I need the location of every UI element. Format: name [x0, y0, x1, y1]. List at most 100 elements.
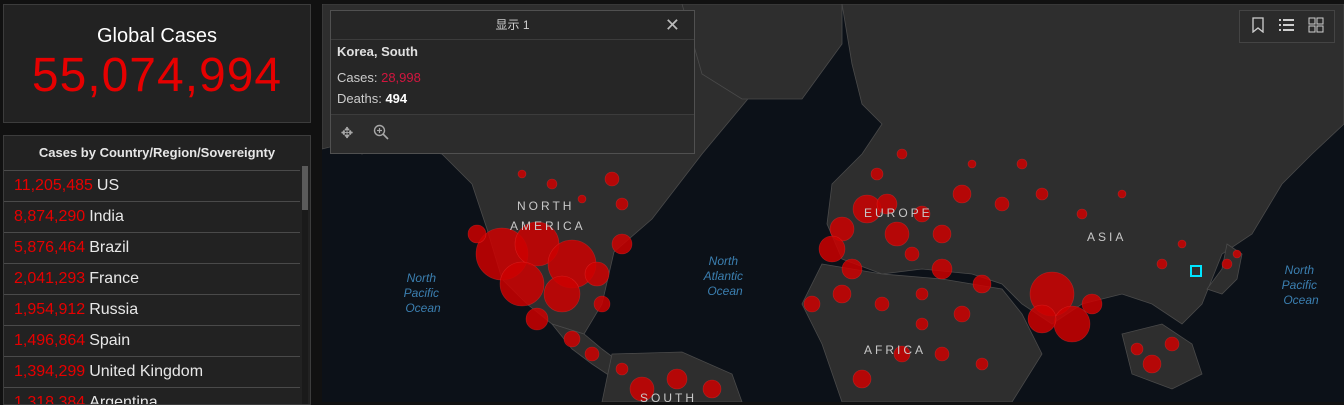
- case-marker: [841, 258, 863, 280]
- case-marker: [577, 194, 587, 204]
- case-marker: [593, 295, 611, 313]
- region-label-north-america-2: AMERICA: [510, 219, 586, 233]
- case-marker: [517, 169, 527, 179]
- case-marker: [1035, 187, 1049, 201]
- case-marker: [1164, 336, 1180, 352]
- list-item-name: India: [89, 208, 124, 225]
- list-item-name: Russia: [89, 301, 139, 318]
- region-label-europe: EUROPE: [864, 206, 933, 220]
- list-item[interactable]: 1,496,864 Spain: [4, 325, 300, 356]
- list-item-count: 1,954,912: [14, 301, 86, 318]
- case-marker: [994, 196, 1010, 212]
- list-item-name: Brazil: [89, 239, 130, 256]
- region-label-africa: AFRICA: [864, 343, 926, 357]
- case-marker: [1177, 239, 1187, 249]
- list-item-name: France: [89, 270, 139, 287]
- bookmark-icon[interactable]: [1248, 17, 1268, 37]
- legend-list-icon[interactable]: [1277, 17, 1297, 37]
- case-marker: [931, 258, 953, 280]
- case-marker: [1156, 258, 1168, 270]
- list-item-count: 2,041,293: [14, 270, 86, 287]
- case-marker: [1117, 189, 1127, 199]
- popup-body: Korea, South Cases: 28,998 Deaths: 494: [331, 40, 694, 110]
- case-marker: [852, 369, 872, 389]
- list-item[interactable]: 11,205,485 US: [4, 170, 300, 201]
- list-item-count: 5,876,464: [14, 239, 86, 256]
- case-marker: [932, 224, 952, 244]
- case-marker: [884, 221, 910, 247]
- case-marker: [915, 287, 929, 301]
- case-marker: [584, 261, 610, 287]
- cases-by-country-title: Cases by Country/Region/Sovereignty: [38, 145, 276, 160]
- case-marker: [975, 357, 989, 371]
- case-marker: [953, 305, 971, 323]
- basemap-gallery-icon[interactable]: [1306, 17, 1326, 37]
- case-marker: [546, 178, 558, 190]
- case-marker: [874, 296, 890, 312]
- case-marker: [499, 261, 545, 307]
- case-marker: [934, 346, 950, 362]
- land-southeast-asia: [1121, 323, 1203, 390]
- case-marker: [1142, 354, 1162, 374]
- case-marker: [543, 275, 581, 313]
- case-marker: [896, 148, 908, 160]
- list-item[interactable]: 5,876,464 Brazil: [4, 232, 300, 263]
- popup-cases-line: Cases: 28,998: [337, 70, 688, 85]
- case-marker: [467, 224, 487, 244]
- case-marker: [803, 295, 821, 313]
- case-marker: [702, 379, 722, 399]
- case-marker: [1081, 293, 1103, 315]
- list-item[interactable]: 1,394,299 United Kingdom: [4, 356, 300, 387]
- global-cases-panel: Global Cases 55,074,994: [3, 4, 311, 123]
- case-marker: [666, 368, 688, 390]
- list-item[interactable]: 1,318,384 Argentina: [4, 387, 300, 405]
- case-marker: [904, 246, 920, 262]
- popup-header[interactable]: 显示 1 ✕: [331, 11, 694, 40]
- case-marker: [563, 330, 581, 348]
- list-item[interactable]: 2,041,293 France: [4, 263, 300, 294]
- case-marker: [1027, 304, 1057, 334]
- list-item-count: 1,318,384: [14, 394, 86, 405]
- case-marker: [832, 284, 852, 304]
- list-item-name: US: [96, 177, 120, 194]
- case-marker: [615, 197, 629, 211]
- popup-deaths-value: 494: [385, 91, 408, 106]
- case-marker: [584, 346, 600, 362]
- case-marker: [1232, 249, 1242, 259]
- list-item-count: 11,205,485: [14, 177, 93, 194]
- close-icon[interactable]: ✕: [665, 15, 680, 35]
- ocean-label-north-atlantic: North Atlantic Ocean: [703, 254, 747, 298]
- popup-cases-value: 28,998: [381, 70, 421, 85]
- list-item-count: 1,496,864: [14, 332, 86, 349]
- popup-location-title: Korea, South: [337, 44, 418, 59]
- list-scrollbar[interactable]: [302, 166, 308, 404]
- case-marker: [611, 233, 633, 255]
- pan-icon[interactable]: ✥: [337, 124, 357, 144]
- ocean-label-north-pacific-left: North Pacific Ocean: [404, 271, 443, 315]
- case-marker: [604, 171, 620, 187]
- case-marker: [967, 159, 977, 169]
- list-item[interactable]: 8,874,290 India: [4, 201, 300, 232]
- list-item-count: 8,874,290: [14, 208, 86, 225]
- case-marker: [1016, 158, 1028, 170]
- popup-deaths-label: Deaths:: [337, 91, 382, 106]
- cases-by-country-panel: Cases by Country/Region/Sovereignty 11,2…: [3, 135, 311, 405]
- popup-header-title: 显示 1: [495, 18, 530, 32]
- case-marker: [1076, 208, 1088, 220]
- zoom-to-icon[interactable]: [371, 124, 391, 144]
- case-marker: [952, 184, 972, 204]
- ocean-label-north-pacific-right: North Pacific Ocean: [1282, 263, 1321, 307]
- popup-footer: ✥: [331, 114, 694, 153]
- list-item-count: 1,394,299: [14, 363, 86, 380]
- case-marker: [1130, 342, 1144, 356]
- popup-deaths-line: Deaths: 494: [337, 91, 688, 106]
- feature-popup[interactable]: 显示 1 ✕ Korea, South Cases: 28,998 Deaths…: [330, 10, 695, 154]
- list-scroll-thumb[interactable]: [302, 166, 308, 210]
- case-marker: [915, 317, 929, 331]
- case-marker: [525, 307, 549, 331]
- case-marker: [1053, 305, 1091, 343]
- global-cases-value: 55,074,994: [31, 49, 283, 102]
- list-item[interactable]: 1,954,912 Russia: [4, 294, 300, 325]
- case-marker: [615, 362, 629, 376]
- region-label-asia: ASIA: [1087, 230, 1126, 244]
